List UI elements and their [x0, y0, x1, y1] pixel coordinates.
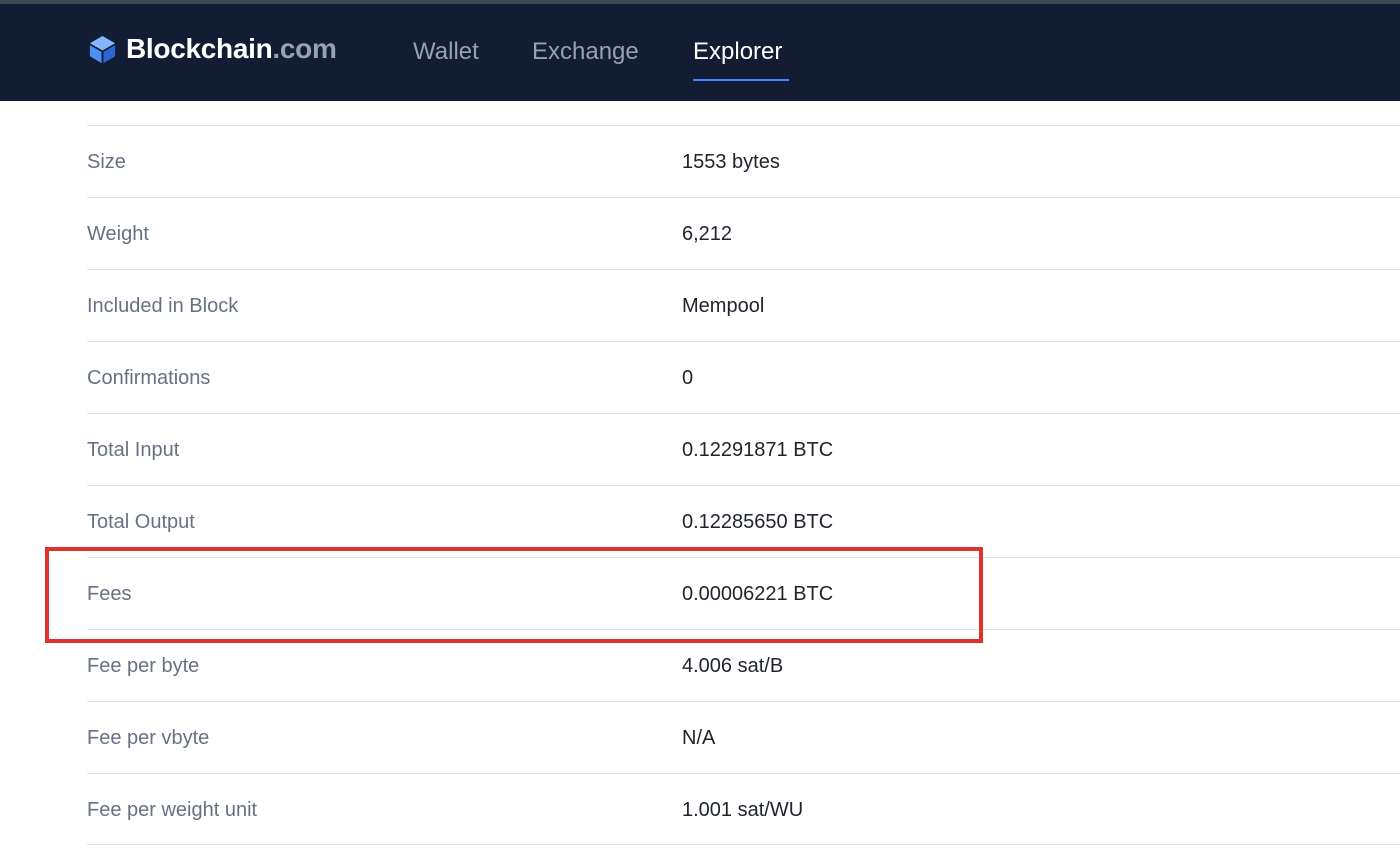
- detail-row-included-in-block: Included in Block Mempool: [87, 269, 1400, 341]
- detail-value: 0.12285650 BTC: [682, 511, 834, 533]
- brand-suffix: .com: [272, 33, 337, 64]
- detail-row-weight: Weight 6,212: [87, 197, 1400, 269]
- detail-label: Fees: [87, 583, 132, 605]
- detail-label: Included in Block: [87, 295, 239, 317]
- detail-value: 0: [682, 367, 694, 389]
- detail-label: Confirmations: [87, 367, 211, 389]
- detail-label: Total Input: [87, 439, 180, 461]
- nav-active-underline: [693, 79, 789, 81]
- detail-row-total-input: Total Input 0.12291871 BTC: [87, 413, 1400, 485]
- detail-value: Mempool: [682, 295, 765, 317]
- detail-label: Fee per weight unit: [87, 799, 258, 821]
- detail-row-fee-per-weight-unit: Fee per weight unit 1.001 sat/WU: [87, 773, 1400, 845]
- detail-row-confirmations: Confirmations 0: [87, 341, 1400, 413]
- nav-wallet[interactable]: Wallet: [413, 38, 479, 66]
- detail-value: 1553 bytes: [682, 151, 780, 173]
- brand-name: Blockchain: [126, 33, 273, 64]
- detail-label: Weight: [87, 223, 149, 245]
- top-navbar: Blockchain .com Wallet Exchange Explorer: [0, 4, 1400, 101]
- detail-row-fee-per-byte: Fee per byte 4.006 sat/B: [87, 629, 1400, 701]
- brand-logo-link[interactable]: Blockchain .com: [87, 31, 337, 67]
- detail-row-fees: Fees 0.00006221 BTC: [87, 557, 1400, 629]
- detail-value: 0.12291871 BTC: [682, 439, 834, 461]
- detail-row-total-output: Total Output 0.12285650 BTC: [87, 485, 1400, 557]
- nav-explorer[interactable]: Explorer: [693, 38, 782, 66]
- detail-value: 0.00006221 BTC: [682, 583, 834, 605]
- detail-row-size: Size 1553 bytes: [87, 125, 1400, 197]
- detail-label: Fee per byte: [87, 655, 200, 677]
- detail-value: N/A: [682, 727, 716, 749]
- detail-label: Fee per vbyte: [87, 727, 210, 749]
- detail-label: Size: [87, 151, 126, 173]
- detail-row-fee-per-vbyte: Fee per vbyte N/A: [87, 701, 1400, 773]
- detail-value: 6,212: [682, 223, 733, 245]
- detail-label: Total Output: [87, 511, 195, 533]
- detail-value: 1.001 sat/WU: [682, 799, 804, 821]
- detail-value: 4.006 sat/B: [682, 655, 784, 677]
- blockchain-cube-icon: [89, 35, 116, 63]
- nav-exchange[interactable]: Exchange: [532, 38, 639, 66]
- transaction-details-table: Size 1553 bytes Weight 6,212 Included in…: [87, 125, 1400, 845]
